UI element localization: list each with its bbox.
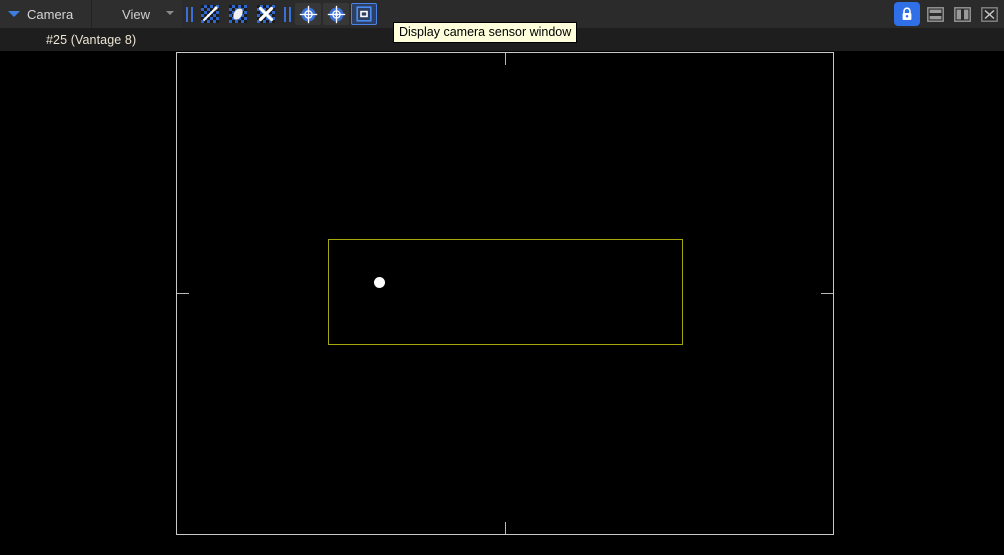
lock-button[interactable] (894, 2, 920, 26)
chevron-down-small-icon (166, 11, 174, 15)
tooltip: Display camera sensor window (393, 22, 578, 43)
sensor-tick-right (821, 293, 833, 294)
separator-2 (280, 0, 294, 28)
crosshair-line-tool-button[interactable] (197, 3, 223, 25)
field-of-view-rectangle[interactable] (328, 239, 683, 345)
diagonal-line-checker-icon (201, 5, 219, 23)
split-vertical-button[interactable] (950, 3, 974, 25)
x-mark-checker-icon (257, 5, 275, 23)
close-x-icon (980, 6, 998, 22)
lock-icon (902, 6, 912, 20)
target-point-tool-button[interactable] (323, 3, 349, 25)
ellipse-tool-button[interactable] (225, 3, 251, 25)
camera-viewport[interactable] (0, 51, 1004, 555)
target-star-marker[interactable] (374, 277, 385, 288)
nested-square-icon (356, 6, 372, 22)
sensor-tick-bottom (505, 522, 506, 534)
separator-1 (182, 0, 196, 28)
target-center-tool-button[interactable] (295, 3, 321, 25)
vantage-label: #25 (Vantage 8) (46, 32, 137, 47)
sensor-tick-top (505, 53, 506, 65)
sensor-tick-left (177, 293, 189, 294)
close-button[interactable] (977, 3, 1001, 25)
clear-tool-button[interactable] (253, 3, 279, 25)
view-menu-label: View (122, 6, 150, 22)
crosshair-target-icon (299, 5, 317, 23)
crosshair-target-icon (327, 5, 345, 23)
split-vertical-icon (953, 6, 971, 22)
split-horizontal-button[interactable] (923, 3, 947, 25)
view-menu-button[interactable]: View (92, 0, 182, 28)
chevron-down-icon (8, 11, 20, 17)
ellipse-checker-icon (229, 5, 247, 23)
sensor-window-toggle-button[interactable] (351, 3, 377, 25)
camera-menu-label: Camera (27, 6, 74, 22)
camera-menu-button[interactable]: Camera (0, 0, 92, 28)
split-horizontal-icon (926, 6, 944, 22)
